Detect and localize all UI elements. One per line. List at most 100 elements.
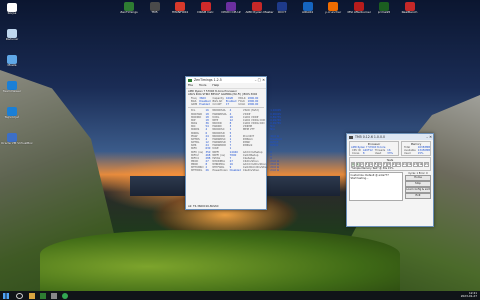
desktop-icon[interactable]: Oracle VM VirtualBox	[1, 133, 33, 145]
desktop-icon[interactable]: ZenTimings	[118, 2, 140, 14]
table-row: Used 15%	[403, 152, 431, 155]
taskbar: 12:21 2023-01-27	[0, 291, 480, 300]
desktop-icon-label: Korpa	[7, 11, 17, 15]
desktop-icon[interactable]: CPUID CPU-Z	[220, 2, 242, 14]
system-clock[interactable]: 12:21 2023-01-27	[460, 291, 477, 299]
desktop-icon[interactable]: TM5	[144, 2, 166, 14]
tm5-memory-panel: Memory Total 16383MB Available 13450MB Used 1…	[401, 141, 431, 157]
window-controls[interactable]: – □ ✕	[255, 77, 265, 83]
table-cell: 1800.00	[247, 103, 259, 107]
tm5-info-panels: Processor AMD Ryzen 7 5700X 8-Core CPU I…	[347, 140, 433, 157]
zentimings-timing-table: tCL 16 tRDRDSCL 4 VSOC (SVI2) 1.1000V tRCDWR 18…	[190, 109, 283, 172]
zentimings-taskbar-icon[interactable]	[40, 292, 46, 299]
zentimings-window[interactable]: ZenTimings 1.2.5 – □ ✕ File Tools Help A…	[185, 76, 282, 210]
table-row: Cores 8 Used 33%	[351, 152, 394, 155]
zentimings-app-icon	[188, 78, 192, 82]
desktop-icon-label: Oracle VM VirtualBox	[1, 141, 33, 145]
zentimings-top-table: Freq 3600 Capacity 16GB MCLK 1800.00 BGS Disabl…	[190, 97, 259, 106]
desktop-icon[interactable]: Računar	[1, 29, 23, 41]
desktop-icon-label: prime95	[377, 10, 391, 14]
desktop-icon[interactable]: y-cruncher	[322, 2, 344, 14]
desktop-icon[interactable]: TeamViewer	[1, 81, 23, 93]
zentimings-titlebar[interactable]: ZenTimings 1.2.5 – □ ✕	[186, 77, 266, 83]
table-cell: 8	[362, 151, 365, 155]
desktop-icon[interactable]: MSI Afterburner	[347, 2, 372, 14]
menu-tools[interactable]: Tools	[199, 83, 206, 87]
tm5-app-icon	[349, 135, 353, 139]
table-cell: 24.0 Ω	[270, 169, 279, 173]
table-cell: UCLK	[238, 103, 246, 107]
exit-button[interactable]: Exit	[405, 193, 431, 200]
desktop-icon[interactable]: Mreža	[1, 55, 23, 67]
table-cell: CkeDrvStren	[242, 169, 260, 173]
tm5-window-controls[interactable]: – ✕	[426, 134, 432, 140]
clock-date: 2023-01-27	[460, 294, 477, 299]
desktop-icon[interactable]: prime95	[373, 2, 395, 14]
tm5-title: TM5 0.12.6 1.0.0.0	[355, 135, 386, 139]
desktop-icon-label: Tajni ključ	[4, 115, 20, 119]
search-icon[interactable]	[16, 292, 23, 299]
tm5-memory-table: Total 16383MB Available 13450MB Used 15%	[403, 146, 431, 155]
zentimings-system-info: AMD Ryzen 7 5700X 8-Core Processor ASUS …	[186, 89, 266, 97]
desktop-icon[interactable]: AIDA64	[297, 2, 319, 14]
test-cell: 15	[423, 161, 429, 167]
tm5-taskbar-icon[interactable]	[51, 292, 57, 299]
table-cell: Cores	[352, 151, 360, 155]
desktop-icon-label: HWiNFO64	[171, 10, 189, 14]
test-cell: 12	[407, 161, 413, 167]
table-row: tPHYRDL 26 PowerDown Disabled CkeDrvStren 24.…	[190, 169, 283, 172]
table-cell: Used	[404, 151, 411, 155]
start-button[interactable]	[3, 292, 9, 299]
table-cell: GDM	[191, 103, 198, 107]
desktop-icon-label: AMD Ryzen Master	[245, 10, 274, 14]
desktop-icon-label: y-cruncher	[324, 10, 342, 14]
desktop-icon-label: TeamViewer	[2, 89, 22, 93]
desktop-icon[interactable]: Tajni ključ	[1, 107, 23, 119]
desktop-icon-label: Računar	[5, 37, 19, 41]
zentimings-dimm-select[interactable]: A2: F4-3600C16-8GVKC	[188, 205, 219, 208]
test-status: "Simple Memory Test" @ 30s 15%	[351, 166, 394, 170]
table-cell: tPHYRDL	[191, 169, 203, 173]
tm5-bottom: Customize: Default @ anta777 Start testi…	[349, 172, 431, 202]
table-cell: 33%	[387, 151, 393, 155]
tm5-tests-panel: Tests 0 1 2 3 4 5 6 7 8 9 10 11 12 13 14 15 "Simple Mem…	[349, 157, 431, 172]
desktop-icon[interactable]: HWiNFO64	[169, 2, 191, 14]
desktop-icon[interactable]: OCCT	[271, 2, 293, 14]
tm5-window[interactable]: TM5 0.12.6 1.0.0.0 – ✕ Processor AMD Ryz…	[346, 133, 434, 227]
dimm-part-number: A2: F4-3600C16-8GVKC	[188, 205, 219, 208]
tm5-processor-panel: Processor AMD Ryzen 7 5700X 8-Core CPU I…	[349, 141, 399, 157]
browser-icon[interactable]	[62, 292, 68, 299]
desktop-icon[interactable]: DRAM Calc	[195, 2, 217, 14]
table-cell: Used	[374, 151, 382, 155]
desktop-icon[interactable]: RealBench	[399, 2, 421, 14]
desktop-icon-label: DRAM Calc	[197, 10, 214, 14]
desktop-icon-label: OCCT	[277, 10, 287, 14]
desktop-icon-label: MSI Afterburner	[347, 10, 372, 14]
test-cell: 13	[412, 161, 418, 167]
desktop-icon-label: RealBench	[401, 10, 418, 14]
desktop-icon-label: ZenTimings	[120, 10, 138, 14]
table-cell: Cmd2T	[212, 103, 222, 107]
zentimings-title: ZenTimings 1.2.5	[194, 78, 222, 82]
tm5-titlebar[interactable]: TM5 0.12.6 1.0.0.0 – ✕	[347, 134, 433, 140]
desktop-icon[interactable]: Korpa	[1, 3, 23, 15]
table-cell: 15%	[417, 151, 424, 155]
table-cell: Disabled	[229, 169, 241, 173]
tm5-cpu-table: CPU ID A20F12 Threads 16 Cores 8 Used 33%	[351, 149, 394, 155]
tm5-log[interactable]: Customize: Default @ anta777 Start testi…	[349, 172, 403, 202]
tm5-button-column: Cycle: 1 Error: 0 Home Stop Load config …	[405, 172, 431, 201]
menu-file[interactable]: File	[188, 83, 193, 87]
desktop-icon-label: AIDA64	[301, 10, 314, 14]
table-cell: PowerDown	[212, 169, 228, 173]
table-cell: 26	[205, 169, 209, 173]
wallpaper-foliage	[40, 230, 400, 291]
file-explorer-icon[interactable]	[29, 292, 35, 299]
desktop-icon-label: CPUID CPU-Z	[221, 10, 241, 14]
board-name: ASUS ROG STRIX B550-F GAMING (WI-FI) | B…	[188, 93, 258, 96]
desktop-icon-label: Mreža	[7, 63, 17, 67]
menu-help[interactable]: Help	[212, 83, 219, 87]
test-cell: 10	[396, 161, 402, 167]
test-cell: 11	[401, 161, 407, 167]
desktop-icon[interactable]: AMD Ryzen Master	[245, 2, 274, 14]
table-cell: Enabled	[199, 103, 210, 107]
